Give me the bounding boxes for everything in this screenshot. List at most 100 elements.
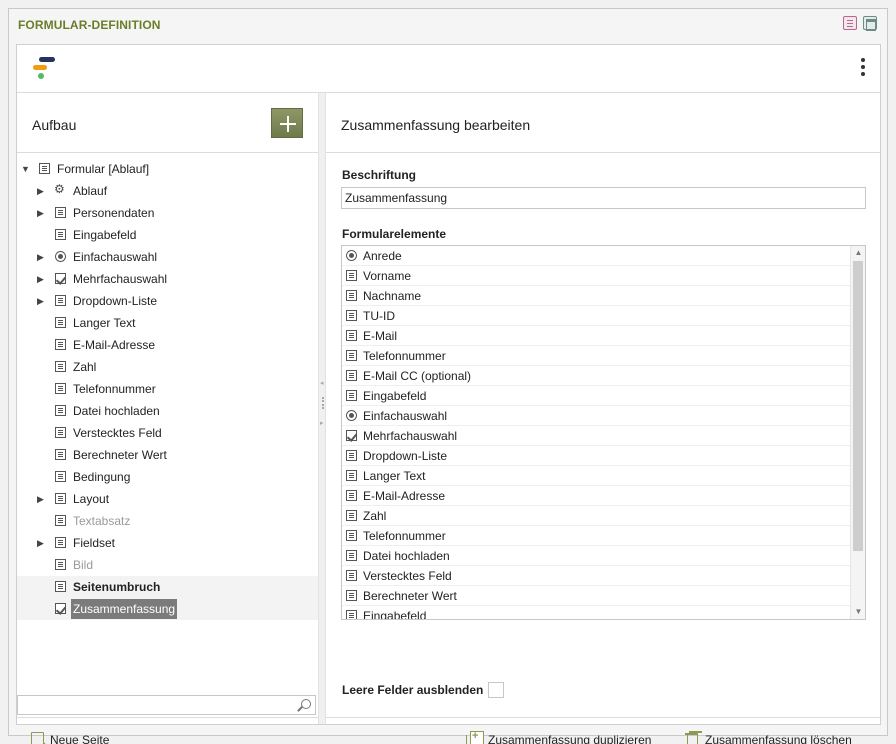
- list-item[interactable]: Anrede: [342, 246, 850, 266]
- expand-arrow-icon[interactable]: ▶: [37, 296, 45, 306]
- tree-item-label: Einfachauswahl: [73, 250, 158, 264]
- maximize-icon[interactable]: [863, 16, 877, 31]
- tree-item[interactable]: Eingabefeld: [17, 224, 318, 246]
- expand-arrow-icon[interactable]: ▶: [37, 274, 45, 284]
- tree-item[interactable]: Telefonnummer: [17, 378, 318, 400]
- document-icon[interactable]: [843, 16, 857, 30]
- caption-input[interactable]: [341, 187, 866, 209]
- list-item[interactable]: Telefonnummer: [342, 526, 850, 546]
- tree-item[interactable]: Langer Text: [17, 312, 318, 334]
- layout-icon: [55, 493, 66, 504]
- hidden-field-icon: [346, 570, 357, 581]
- email-icon: [55, 339, 66, 350]
- list-item-label: TU-ID: [363, 308, 395, 323]
- list-item-label: Verstecktes Feld: [363, 568, 452, 583]
- list-item[interactable]: Zahl: [342, 506, 850, 526]
- tree-item[interactable]: ▶ Dropdown-Liste: [17, 290, 318, 312]
- tree-item[interactable]: E-Mail-Adresse: [17, 334, 318, 356]
- list-item[interactable]: Eingabefeld: [342, 606, 850, 619]
- tree-item-label: Layout: [73, 492, 110, 506]
- list-item[interactable]: Vorname: [342, 266, 850, 286]
- app-header: [17, 45, 880, 93]
- tree-item[interactable]: ▶ Layout: [17, 488, 318, 510]
- hidden-field-icon: [55, 427, 66, 438]
- tree-item[interactable]: ▶ Fieldset: [17, 532, 318, 554]
- tree-item[interactable]: Bedingung: [17, 466, 318, 488]
- delete-summary-button[interactable]: Zusammenfassung löschen: [685, 731, 852, 744]
- list-item-label: E-Mail: [363, 328, 398, 343]
- hide-empty-checkbox[interactable]: [488, 682, 505, 698]
- expand-arrow-icon[interactable]: ▶: [37, 252, 45, 262]
- phone-icon: [55, 383, 66, 394]
- tree-item[interactable]: Zahl: [17, 356, 318, 378]
- list-item-label: Nachname: [363, 288, 422, 303]
- more-menu-icon[interactable]: [860, 58, 866, 80]
- textarea-icon: [55, 317, 66, 328]
- panel-splitter[interactable]: [318, 93, 326, 724]
- duplicate-summary-button[interactable]: + Zusammenfassung duplizieren: [466, 730, 652, 744]
- tree-item-label: Fieldset: [73, 536, 116, 550]
- tree-item[interactable]: ▶ Einfachauswahl: [17, 246, 318, 268]
- tree-search-input[interactable]: [20, 697, 292, 713]
- list-item[interactable]: E-Mail CC (optional): [342, 366, 850, 386]
- expand-arrow-icon[interactable]: ▶: [37, 186, 45, 196]
- scroll-thumb[interactable]: [853, 261, 863, 551]
- elements-scrollbar[interactable]: ▲ ▼: [850, 246, 865, 619]
- hide-empty-label: Leere Felder ausblenden: [342, 683, 484, 697]
- page-break-icon: [55, 581, 66, 592]
- scroll-up-icon[interactable]: ▲: [851, 246, 865, 260]
- gear-icon: [54, 182, 66, 196]
- edit-panel: Zusammenfassung bearbeiten Beschriftung …: [326, 93, 880, 744]
- tree-item[interactable]: Textabsatz: [17, 510, 318, 532]
- list-item[interactable]: TU-ID: [342, 306, 850, 326]
- expand-arrow-icon[interactable]: ▶: [37, 494, 45, 504]
- form-elements-list[interactable]: Anrede Vorname Nachname TU-ID E-Mail Telefonn…: [341, 245, 866, 620]
- tree-item-label: Verstecktes Feld: [73, 426, 162, 440]
- list-item[interactable]: Datei hochladen: [342, 546, 850, 566]
- list-item[interactable]: E-Mail-Adresse: [342, 486, 850, 506]
- radio-icon: [346, 410, 357, 421]
- tree-item-label: Mehrfachauswahl: [73, 272, 168, 286]
- list-item[interactable]: Einfachauswahl: [342, 406, 850, 426]
- dropdown-icon: [346, 450, 357, 461]
- duplicate-label: Zusammenfassung duplizieren: [488, 732, 652, 744]
- tree-item[interactable]: ▶ Mehrfachauswahl: [17, 268, 318, 290]
- tree-item[interactable]: Verstecktes Feld: [17, 422, 318, 444]
- window-title: FORMULAR-DEFINITION: [18, 18, 161, 32]
- add-element-button[interactable]: [271, 108, 303, 138]
- checkbox-icon: [346, 430, 357, 441]
- list-item[interactable]: Dropdown-Liste: [342, 446, 850, 466]
- tree-item[interactable]: ▶ Ablauf: [17, 180, 318, 202]
- tree-item-label: Bild: [73, 558, 94, 572]
- tree-item[interactable]: ▼ Formular [Ablauf]: [17, 158, 318, 180]
- tree-item[interactable]: Berechneter Wert: [17, 444, 318, 466]
- list-item[interactable]: Telefonnummer: [342, 346, 850, 366]
- expand-arrow-icon[interactable]: ▶: [37, 538, 45, 548]
- list-item[interactable]: Eingabefeld: [342, 386, 850, 406]
- tree-item[interactable]: Datei hochladen: [17, 400, 318, 422]
- tree-item[interactable]: Bild: [17, 554, 318, 576]
- tree-item-label: Dropdown-Liste: [73, 294, 158, 308]
- tree-item[interactable]: Seitenumbruch: [17, 576, 318, 598]
- expand-arrow-icon[interactable]: ▶: [37, 208, 45, 218]
- new-page-button[interactable]: Neue Seite: [31, 732, 109, 744]
- phone-icon: [346, 350, 357, 361]
- tree-item[interactable]: Zusammenfassung: [17, 598, 318, 620]
- list-item[interactable]: Verstecktes Feld: [342, 566, 850, 586]
- checkbox-icon: [55, 273, 66, 284]
- tree-item-label: Bedingung: [73, 470, 131, 484]
- list-item-label: Anrede: [363, 248, 402, 263]
- tree-item[interactable]: ▶ Personendaten: [17, 202, 318, 224]
- search-icon[interactable]: [301, 699, 311, 709]
- list-item[interactable]: Mehrfachauswahl: [342, 426, 850, 446]
- condition-icon: [55, 471, 66, 482]
- list-item[interactable]: Nachname: [342, 286, 850, 306]
- scroll-down-icon[interactable]: ▼: [851, 605, 865, 619]
- collapse-arrow-icon[interactable]: ▼: [21, 164, 30, 174]
- list-item[interactable]: Berechneter Wert: [342, 586, 850, 606]
- list-item[interactable]: E-Mail: [342, 326, 850, 346]
- tree-item-label: Berechneter Wert: [73, 448, 167, 462]
- list-item[interactable]: Langer Text: [342, 466, 850, 486]
- calculator-icon: [346, 590, 357, 601]
- list-item-label: Mehrfachauswahl: [363, 428, 458, 443]
